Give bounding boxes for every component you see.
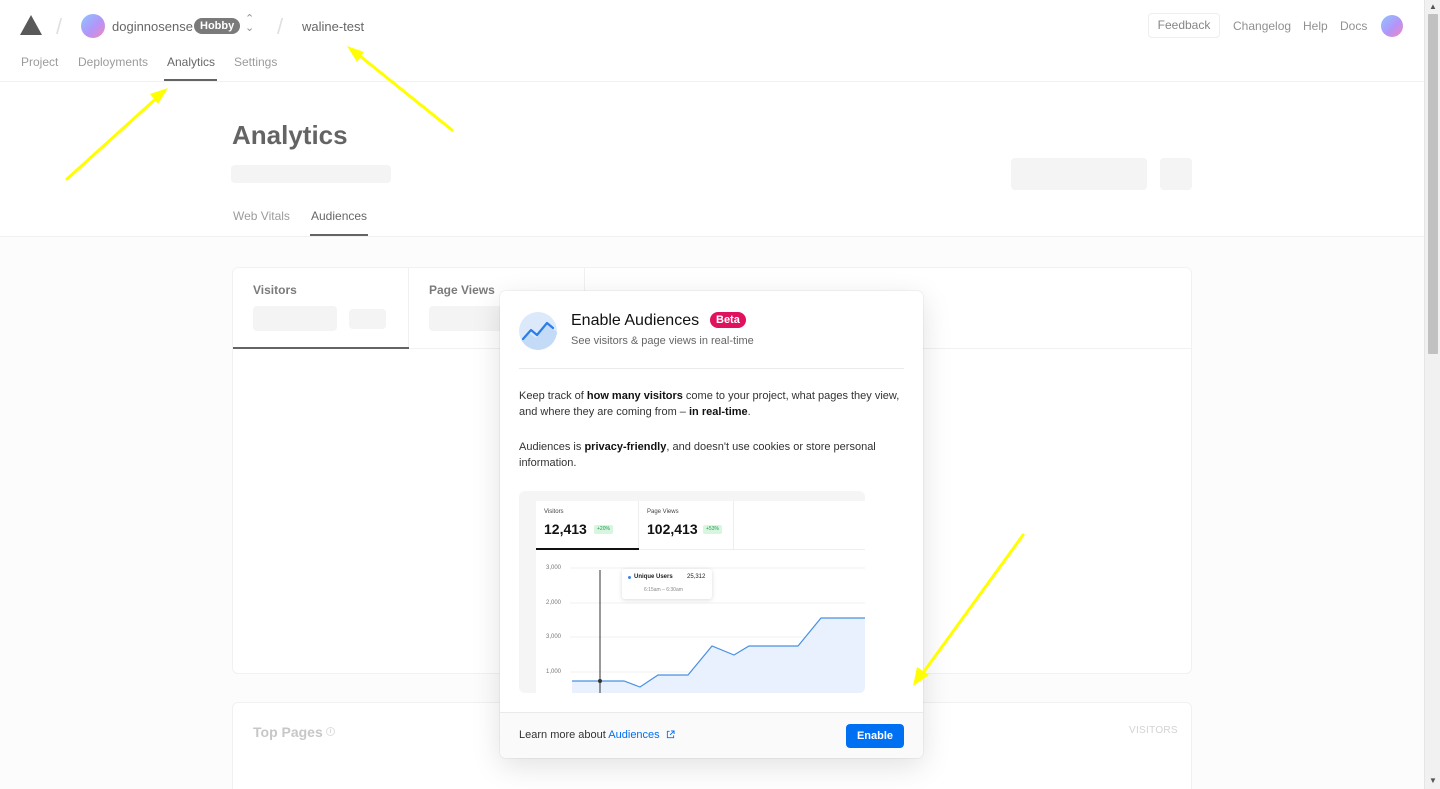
y-tick-label: 2,000 — [546, 600, 562, 606]
modal-footer: Learn more about Audiences Enable — [500, 712, 923, 758]
preview-change-badge: +53% — [703, 525, 722, 534]
audiences-preview-image: Visitors 12,413 +20% Page Views 102,413 … — [519, 491, 865, 693]
external-link-icon[interactable] — [666, 730, 675, 739]
learn-more-text: Learn more about Audiences — [519, 729, 675, 741]
tooltip-title: Unique Users — [634, 574, 673, 580]
privacy-description: Audiences is privacy-friendly, and doesn… — [519, 441, 876, 469]
preview-label: Page Views — [647, 509, 679, 515]
preview-pageviews-tab: Page Views 102,413 +53% — [639, 501, 734, 549]
preview-value: 102,413 — [647, 521, 698, 537]
enable-audiences-modal: Enable Audiences Beta See visitors & pag… — [500, 291, 923, 758]
y-tick-label: 3,000 — [546, 634, 562, 640]
tooltip-time: 6:15am – 6:30am — [644, 587, 683, 593]
preview-panel: Visitors 12,413 +20% Page Views 102,413 … — [536, 501, 865, 693]
modal-subtitle: See visitors & page views in real-time — [571, 335, 754, 347]
audiences-docs-link[interactable]: Audiences — [608, 729, 659, 741]
scroll-down-icon[interactable]: ▼ — [1428, 776, 1438, 786]
beta-badge: Beta — [710, 312, 746, 328]
enable-button[interactable]: Enable — [846, 724, 904, 748]
preview-change-badge: +20% — [594, 525, 613, 534]
preview-label: Visitors — [544, 509, 564, 515]
scroll-up-icon[interactable]: ▲ — [1428, 2, 1438, 12]
modal-title: Enable Audiences — [571, 312, 700, 329]
preview-visitors-tab: Visitors 12,413 +20% — [536, 501, 639, 549]
scroll-thumb[interactable] — [1428, 14, 1438, 354]
tooltip-value: 25,312 — [687, 574, 706, 580]
preview-value: 12,413 — [544, 521, 587, 537]
page-scrollbar[interactable]: ▲ ▼ — [1424, 0, 1440, 789]
y-tick-label: 3,000 — [546, 565, 562, 571]
series-dot-icon — [628, 576, 631, 579]
preview-tooltip: Unique Users 25,312 6:15am – 6:30am — [622, 569, 712, 599]
divider — [519, 368, 904, 369]
analytics-chart-icon — [519, 312, 557, 350]
y-tick-label: 1,000 — [546, 669, 562, 675]
modal-description: Keep track of how many visitors come to … — [519, 390, 900, 418]
